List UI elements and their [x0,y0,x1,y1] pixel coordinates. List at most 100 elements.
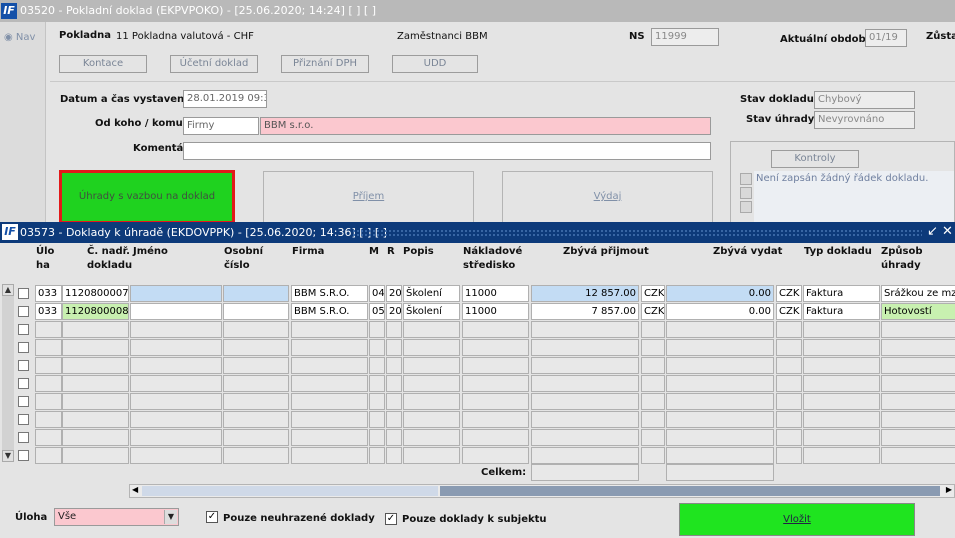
grid-cell-jmeno[interactable] [130,303,222,320]
grid-cell-typ[interactable] [803,411,880,428]
grid-cell-prijmout[interactable] [531,321,639,338]
grid-cell-m[interactable] [369,357,385,374]
grid-cell-typ[interactable] [803,447,880,464]
grid-cell-r[interactable]: 20 [386,285,402,302]
grid-cell-r[interactable] [386,411,402,428]
grid-cell-osobni[interactable] [223,357,289,374]
kontroly-button[interactable]: Kontroly [771,150,859,168]
scroll-right-icon[interactable]: ▶ [946,485,952,494]
grid-cell-zpusob[interactable] [881,393,955,410]
grid-cell-firma[interactable]: BBM S.R.O. [291,285,368,302]
grid-cell-mena2[interactable]: CZK [776,303,802,320]
grid-cell-m[interactable] [369,447,385,464]
grid-cell-prijmout[interactable] [531,357,639,374]
grid-cell-m[interactable] [369,321,385,338]
grid-cell-prijmout[interactable] [531,375,639,392]
grid-cell-stredisko[interactable] [462,339,529,356]
grid-cell-jmeno[interactable] [130,321,222,338]
vydaj-button[interactable]: Výdaj [502,171,713,224]
uloha-select[interactable]: Vše ▼ [54,508,179,526]
grid-cell-doklad[interactable] [62,375,129,392]
grid-cell-uloha[interactable] [35,393,62,410]
priznani-dph-button[interactable]: Přiznání DPH [281,55,369,73]
grid-cell-zpusob[interactable] [881,411,955,428]
row-checkbox[interactable] [18,306,29,317]
grid-cell-mena1[interactable]: CZK [641,285,665,302]
grid-cell-uloha[interactable] [35,321,62,338]
prijem-button[interactable]: Příjem [263,171,474,224]
grid-cell-stredisko[interactable] [462,357,529,374]
grid-cell-firma[interactable]: BBM S.R.O. [291,303,368,320]
grid-cell-uloha[interactable] [35,375,62,392]
grid-cell-zpusob[interactable]: Hotovostí [881,303,955,320]
grid-cell-vydat[interactable] [666,375,774,392]
grid-cell-m[interactable] [369,429,385,446]
nav-button[interactable]: ◉ Nav [4,32,35,43]
grid-cell-vydat[interactable]: 0.00 [666,303,774,320]
grid-cell-doklad[interactable]: 1120800008 [62,303,129,320]
row-checkbox[interactable] [18,432,29,443]
grid-cell-doklad[interactable] [62,357,129,374]
subjekt-checkbox[interactable]: ✓ [385,513,397,525]
od-koho-type-field[interactable]: Firmy [183,117,259,135]
grid-cell-doklad[interactable]: 1120800007 [62,285,129,302]
grid-cell-r[interactable] [386,339,402,356]
grid-cell-jmeno[interactable] [130,375,222,392]
grid-cell-uloha[interactable] [35,411,62,428]
row-checkbox[interactable] [18,378,29,389]
grid-cell-vydat[interactable] [666,357,774,374]
grid-cell-typ[interactable] [803,321,880,338]
grid-cell-r[interactable] [386,447,402,464]
grid-cell-m[interactable] [369,393,385,410]
grid-cell-r[interactable] [386,393,402,410]
grid-cell-m[interactable]: 04 [369,285,385,302]
grid-cell-mena1[interactable]: CZK [641,303,665,320]
grid-cell-jmeno[interactable] [130,285,222,302]
grid-cell-doklad[interactable] [62,321,129,338]
grid-cell-jmeno[interactable] [130,447,222,464]
grid-cell-popis[interactable] [403,339,460,356]
grid-cell-prijmout[interactable] [531,429,639,446]
scroll-up-icon[interactable]: ▲ [2,284,14,296]
grid-cell-mena2[interactable] [776,447,802,464]
grid-cell-mena1[interactable] [641,429,665,446]
grid-cell-stredisko[interactable] [462,429,529,446]
grid-cell-firma[interactable] [291,393,368,410]
grid-cell-jmeno[interactable] [130,429,222,446]
grid-cell-mena2[interactable]: CZK [776,285,802,302]
grid-cell-popis[interactable] [403,447,460,464]
grid-cell-jmeno[interactable] [130,339,222,356]
stav-dokladu-field[interactable]: Chybový [814,91,915,109]
grid-cell-jmeno[interactable] [130,393,222,410]
grid-cell-mena1[interactable] [641,375,665,392]
grid-cell-typ[interactable] [803,375,880,392]
minimize-icon[interactable]: ↙ [927,224,938,239]
grid-cell-mena2[interactable] [776,339,802,356]
grid-cell-vydat[interactable] [666,393,774,410]
grid-cell-mena2[interactable] [776,393,802,410]
grid-cell-stredisko[interactable] [462,447,529,464]
grid-cell-mena2[interactable] [776,321,802,338]
grid-cell-zpusob[interactable] [881,357,955,374]
close-icon[interactable]: ✕ [942,224,953,239]
grid-cell-osobni[interactable] [223,339,289,356]
grid-cell-doklad[interactable] [62,447,129,464]
scroll-left-icon[interactable]: ◀ [132,485,138,494]
grid-cell-mena1[interactable] [641,411,665,428]
fg-window-titlebar[interactable]: IF 03573 - Doklady k úhradě (EKDOVPPK) -… [0,222,955,243]
grid-cell-firma[interactable] [291,375,368,392]
row-checkbox[interactable] [18,450,29,461]
grid-cell-popis[interactable]: Školení [403,285,460,302]
grid-cell-prijmout[interactable]: 7 857.00 [531,303,639,320]
grid-cell-prijmout[interactable] [531,339,639,356]
grid-cell-firma[interactable] [291,339,368,356]
grid-cell-zpusob[interactable] [881,321,955,338]
grid-cell-vydat[interactable] [666,321,774,338]
scroll-track[interactable] [440,486,940,496]
grid-cell-mena2[interactable] [776,375,802,392]
grid-cell-stredisko[interactable]: 11000 [462,285,529,302]
uhrady-s-vazbou-button[interactable]: Úhrady s vazbou na doklad [59,170,235,224]
grid-cell-vydat[interactable]: 0.00 [666,285,774,302]
grid-cell-uloha[interactable] [35,339,62,356]
row-checkbox[interactable] [18,414,29,425]
